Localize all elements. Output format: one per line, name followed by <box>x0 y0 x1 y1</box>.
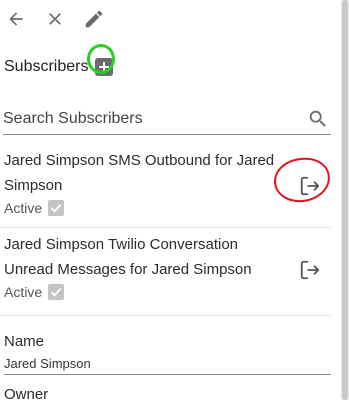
owner-field: Owner <box>4 386 331 400</box>
list-item: Jared Simpson SMS Outbound for Jared Sim… <box>0 142 331 228</box>
exit-icon[interactable] <box>299 175 321 197</box>
subscriber-title: Jared Simpson SMS Outbound for Jared Sim… <box>4 152 275 194</box>
subscribers-panel: Subscribers Jared Simpson SMS Outbound f… <box>0 0 349 400</box>
field-label: Name <box>4 333 45 350</box>
exit-icon[interactable] <box>299 259 321 281</box>
search-bar <box>3 104 331 135</box>
subscriber-status: Active <box>4 200 65 216</box>
close-button[interactable] <box>42 6 68 32</box>
toolbar <box>0 4 117 34</box>
add-subscriber-button[interactable] <box>95 58 114 76</box>
search-icon[interactable] <box>307 108 329 130</box>
scrollbar[interactable] <box>341 0 349 400</box>
active-checkbox[interactable] <box>48 200 65 216</box>
active-checkbox[interactable] <box>48 284 65 300</box>
check-icon <box>50 204 62 213</box>
field-label: Owner <box>4 386 49 400</box>
edit-button[interactable] <box>81 6 107 32</box>
name-field: Name Jared Simpson <box>4 333 331 375</box>
search-input[interactable] <box>3 110 293 128</box>
pencil-icon <box>85 10 103 28</box>
back-button[interactable] <box>3 6 29 32</box>
scrollbar-thumb[interactable] <box>342 0 348 400</box>
subscriber-title: Jared Simpson Twilio Conversation Unread… <box>4 236 252 278</box>
status-label: Active <box>4 284 43 300</box>
name-value[interactable]: Jared Simpson <box>4 356 331 375</box>
status-label: Active <box>4 200 43 216</box>
subscribers-header: Subscribers <box>4 52 114 82</box>
check-icon <box>50 288 62 297</box>
plus-icon <box>99 62 110 72</box>
page-title: Subscribers <box>4 58 89 75</box>
list-item: Jared Simpson Twilio Conversation Unread… <box>0 227 331 316</box>
arrow-left-icon <box>9 12 23 26</box>
close-icon <box>49 13 61 25</box>
subscriber-status: Active <box>4 284 65 300</box>
